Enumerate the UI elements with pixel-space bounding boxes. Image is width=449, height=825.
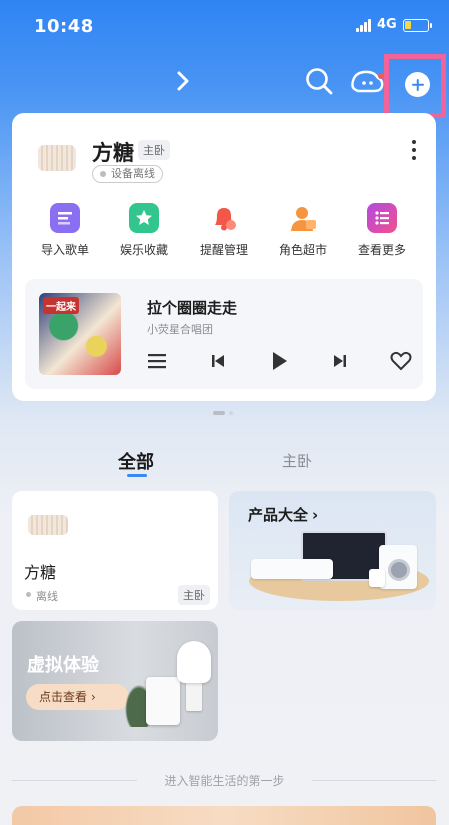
device-thumbnail bbox=[28, 515, 68, 535]
status-time: 10:48 bbox=[34, 16, 94, 37]
signal-icon bbox=[356, 19, 372, 32]
search-icon[interactable] bbox=[304, 66, 334, 96]
network-type: 4G bbox=[377, 17, 397, 32]
play-icon[interactable] bbox=[267, 349, 291, 373]
func-import-playlist[interactable]: 导入歌单 bbox=[25, 203, 105, 258]
song-artist: 小荧星合唱团 bbox=[147, 323, 213, 336]
status-bar: 10:48 4G bbox=[0, 0, 449, 54]
device-tile[interactable]: 方糖 离线 主卧 bbox=[12, 491, 218, 610]
device-status-badge: 设备离线 bbox=[92, 165, 163, 183]
device-name: 方糖 bbox=[92, 141, 134, 165]
device-tile-name: 方糖 bbox=[24, 563, 57, 582]
add-device-button[interactable] bbox=[405, 72, 430, 97]
device-tile-room: 主卧 bbox=[178, 585, 210, 605]
func-label: 娱乐收藏 bbox=[119, 243, 168, 257]
voice-assistant-icon[interactable] bbox=[350, 66, 386, 96]
smart-bulb-illustration bbox=[177, 641, 211, 683]
heart-icon[interactable] bbox=[389, 349, 413, 373]
more-vertical-icon[interactable] bbox=[408, 139, 420, 161]
next-track-icon[interactable] bbox=[328, 349, 352, 373]
chevron-right-icon: › bbox=[91, 690, 96, 704]
func-entertainment-favorites[interactable]: 娱乐收藏 bbox=[104, 203, 184, 258]
star-favorite-icon bbox=[129, 203, 159, 233]
battery-icon bbox=[403, 19, 432, 32]
tab-master-bedroom[interactable]: 主卧 bbox=[282, 450, 312, 471]
virtual-experience-tile[interactable]: 虚拟体验 点击查看 › bbox=[12, 621, 218, 741]
import-playlist-icon bbox=[50, 203, 80, 233]
device-card[interactable]: 方糖 主卧 设备离线 导入歌单 娱乐收藏 提醒管理 角色超市 查看更多 一起来 … bbox=[12, 113, 436, 401]
func-character-market[interactable]: 角色超市 bbox=[263, 203, 343, 258]
air-conditioner-illustration bbox=[251, 559, 333, 579]
chevron-right-icon: › bbox=[312, 506, 319, 524]
func-label: 角色超市 bbox=[278, 243, 327, 257]
top-bar bbox=[0, 54, 449, 118]
func-label: 提醒管理 bbox=[199, 243, 248, 257]
chevron-right-icon[interactable] bbox=[172, 68, 194, 94]
album-cover-text: 一起来 bbox=[43, 297, 79, 314]
tab-all[interactable]: 全部 bbox=[118, 448, 154, 474]
promo-banner[interactable] bbox=[12, 806, 436, 825]
func-label: 导入歌单 bbox=[40, 243, 89, 257]
smart-socket-illustration bbox=[146, 677, 180, 725]
smart-plug-illustration bbox=[369, 569, 385, 587]
more-list-icon bbox=[367, 203, 397, 233]
album-cover[interactable]: 一起来 bbox=[39, 293, 121, 375]
bulb-base-illustration bbox=[186, 681, 202, 711]
previous-track-icon[interactable] bbox=[206, 349, 230, 373]
func-label: 查看更多 bbox=[357, 243, 406, 257]
view-now-button[interactable]: 点击查看 › bbox=[26, 684, 129, 710]
page-indicator bbox=[213, 411, 237, 416]
device-thumbnail bbox=[38, 145, 76, 171]
func-reminder-management[interactable]: 提醒管理 bbox=[184, 203, 264, 258]
alarm-bell-icon bbox=[209, 203, 239, 233]
tab-active-indicator bbox=[127, 474, 147, 477]
products-title: 产品大全 › bbox=[248, 506, 319, 524]
func-view-more[interactable]: 查看更多 bbox=[342, 203, 422, 258]
character-icon bbox=[288, 203, 318, 233]
highlight-box bbox=[384, 54, 446, 118]
products-tile[interactable]: 产品大全 › bbox=[229, 491, 436, 610]
device-room-badge: 主卧 bbox=[138, 140, 170, 160]
device-tile-status: 离线 bbox=[26, 588, 58, 604]
virtual-experience-title: 虚拟体验 bbox=[27, 655, 99, 676]
playlist-icon[interactable] bbox=[145, 349, 169, 373]
music-player[interactable]: 一起来 拉个圈圈走走 小荧星合唱团 bbox=[25, 279, 423, 389]
song-title: 拉个圈圈走走 bbox=[147, 299, 238, 317]
footer-text: 进入智能生活的第一步 bbox=[164, 774, 285, 788]
